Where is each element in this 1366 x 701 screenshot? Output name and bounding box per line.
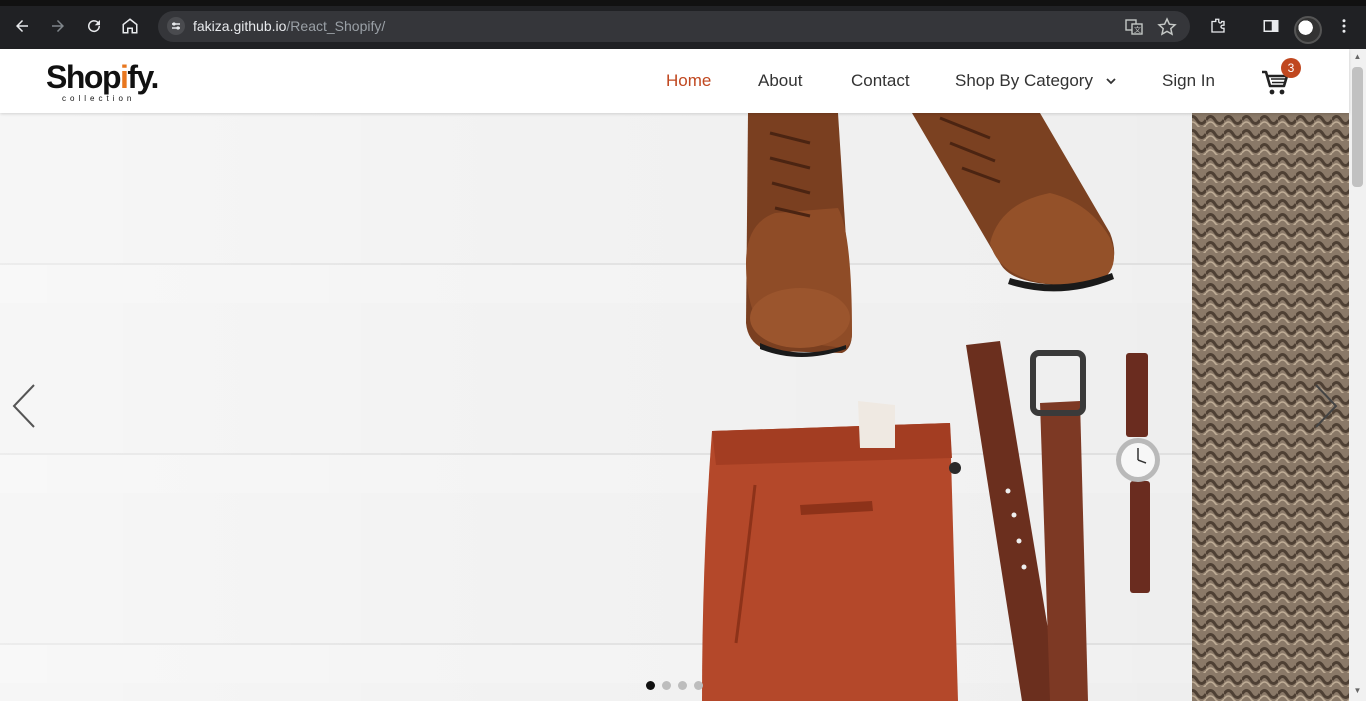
scroll-down-arrow-icon[interactable]: ▼	[1353, 687, 1362, 695]
pants-illustration	[702, 401, 961, 701]
nav-about[interactable]: About	[758, 71, 802, 91]
reload-icon[interactable]	[80, 14, 108, 38]
site-navbar: Shopify. collection Home About Contact S…	[0, 49, 1349, 113]
nav-contact[interactable]: Contact	[851, 71, 910, 91]
menu-kebab-icon[interactable]	[1330, 14, 1358, 38]
url-host: fakiza.github.io	[193, 18, 287, 34]
nav-home[interactable]: Home	[666, 71, 711, 91]
carousel-next-arrow-icon[interactable]	[1310, 383, 1340, 429]
carousel-indicators	[646, 677, 710, 690]
carousel-prev-arrow-icon[interactable]	[10, 383, 40, 429]
back-icon[interactable]	[8, 14, 36, 38]
nav-shop-by-category-label: Shop By Category	[955, 71, 1093, 90]
carousel-dot-1[interactable]	[646, 681, 655, 690]
chevron-down-icon	[1106, 78, 1116, 85]
hero-carousel	[0, 113, 1349, 701]
logo-tagline: collection	[62, 94, 136, 103]
logo-part-c: fy.	[127, 59, 159, 95]
shopify-logo[interactable]: Shopify. collection	[46, 59, 159, 103]
carousel-dot-4[interactable]	[694, 681, 703, 690]
nav-shop-by-category[interactable]: Shop By Category	[955, 71, 1116, 91]
watch-illustration	[1116, 353, 1160, 593]
url-text: fakiza.github.io/React_Shopify/	[193, 18, 385, 34]
cart-count-badge: 3	[1281, 58, 1301, 78]
translate-icon[interactable]: 文	[1124, 17, 1144, 37]
logo-part-a: Shop	[46, 59, 121, 95]
nav-sign-in[interactable]: Sign In	[1162, 71, 1215, 91]
browser-toolbar: fakiza.github.io/React_Shopify/ 文	[0, 0, 1366, 49]
boots-illustration	[746, 113, 1115, 357]
logo-wordmark: Shopify.	[46, 59, 159, 95]
carousel-dot-2[interactable]	[662, 681, 671, 690]
home-icon[interactable]	[116, 14, 144, 38]
page-scrollbar[interactable]: ▲ ▼	[1349, 49, 1366, 701]
profile-avatar[interactable]	[1294, 16, 1322, 44]
scroll-up-arrow-icon[interactable]: ▲	[1353, 53, 1362, 61]
bookmark-star-icon[interactable]	[1157, 17, 1177, 37]
address-bar[interactable]: fakiza.github.io/React_Shopify/ 文	[158, 11, 1190, 42]
svg-text:文: 文	[1134, 25, 1141, 34]
url-path: /React_Shopify/	[286, 18, 386, 34]
forward-icon[interactable]	[44, 14, 72, 38]
extensions-icon[interactable]	[1204, 14, 1232, 38]
scrollbar-thumb[interactable]	[1352, 67, 1363, 187]
belts-illustration	[966, 341, 1088, 701]
side-panel-icon[interactable]	[1257, 14, 1285, 38]
site-info-icon[interactable]	[166, 16, 186, 36]
hero-product-image	[702, 113, 1349, 701]
carousel-dot-3[interactable]	[678, 681, 687, 690]
